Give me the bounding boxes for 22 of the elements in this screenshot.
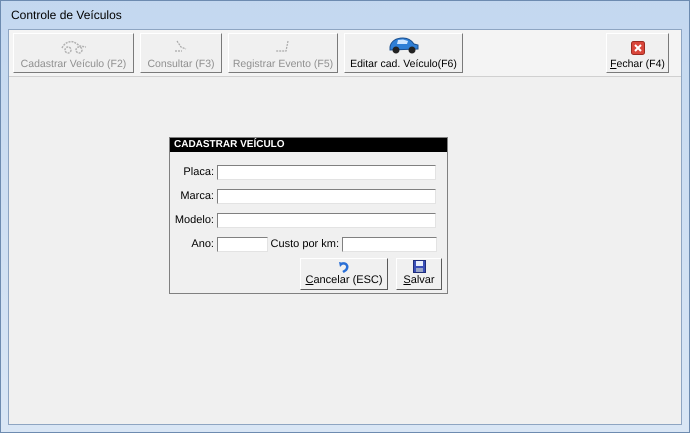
- save-icon: [412, 260, 426, 273]
- car-icon: [388, 34, 420, 54]
- field-label: Marca:: [180, 191, 214, 202]
- close-icon: [630, 40, 644, 54]
- save-button[interactable]: Salvar: [396, 258, 442, 290]
- input-field[interactable]: [217, 165, 436, 180]
- cancel-button[interactable]: Cancelar (ESC): [300, 258, 388, 290]
- input-field[interactable]: [342, 237, 437, 252]
- car-sketch-icon: [60, 38, 88, 54]
- input-field[interactable]: [217, 189, 436, 204]
- field-label: Modelo:: [174, 215, 214, 226]
- field-label: Placa:: [183, 167, 214, 178]
- toolbar-button[interactable]: Editar cad. Veículo(F6): [344, 33, 463, 73]
- field-label: Custo por km:: [270, 239, 339, 250]
- input-field[interactable]: [217, 237, 268, 252]
- window-title: Controle de Veículos: [11, 7, 122, 24]
- toolbar-button[interactable]: Fechar (F4): [606, 33, 669, 73]
- input-field[interactable]: [217, 213, 436, 228]
- magnifier-sketch-icon: [173, 38, 189, 54]
- undo-icon: [338, 261, 350, 273]
- dialog-title: CADASTRAR VEÍCULO: [174, 140, 285, 150]
- field-label: Ano:: [191, 239, 214, 250]
